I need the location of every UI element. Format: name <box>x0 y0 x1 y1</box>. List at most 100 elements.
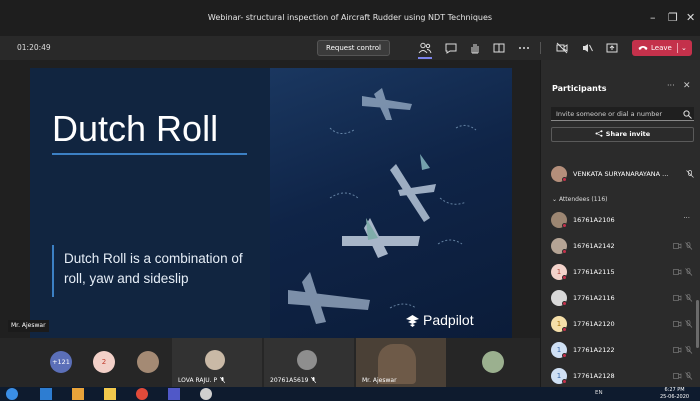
window-title: Webinar- structural inspection of Aircra… <box>207 13 493 22</box>
request-control-button[interactable]: Request control <box>317 40 390 56</box>
more-options-icon[interactable]: ··· <box>667 81 675 90</box>
avatar <box>482 351 504 373</box>
slide-title: Dutch Roll <box>52 108 219 149</box>
teams-icon[interactable] <box>168 388 180 400</box>
share-invite-button[interactable]: Share invite <box>551 127 694 142</box>
chat-icon[interactable] <box>444 40 458 54</box>
presenter-row[interactable]: VENKATA SURYANARAYANA ... <box>551 166 696 182</box>
status-dot <box>562 223 567 228</box>
active-tab-indicator <box>418 57 432 59</box>
list-item[interactable]: 16761A2142 <box>551 238 696 254</box>
language-indicator[interactable]: EN <box>595 390 603 396</box>
mic-off-icon[interactable] <box>580 40 594 54</box>
participant-tile-photo[interactable] <box>128 338 168 387</box>
title-bar: Webinar- structural inspection of Aircra… <box>0 0 700 36</box>
mic-off-icon <box>220 377 226 383</box>
taskbar-clock[interactable]: 6:27 PM 25-06-2020 <box>660 387 689 401</box>
list-item[interactable]: 1 17761A2115 <box>551 264 696 280</box>
attendees-header[interactable]: ⌄ Attendees (116) <box>552 196 608 203</box>
participant-tile-ajeswar[interactable]: Mr. Ajeswar <box>356 338 446 387</box>
meeting-timer: 01:20:49 <box>17 43 51 52</box>
invite-input[interactable] <box>551 107 694 121</box>
avatar: 2 <box>93 351 115 373</box>
camera-off-icon[interactable] <box>555 40 569 54</box>
panel-title: Participants <box>552 84 607 93</box>
more-options-icon[interactable]: ··· <box>683 214 690 222</box>
tile-name: 20761A5619 <box>270 377 317 384</box>
chevron-down-icon: ⌄ <box>552 196 559 203</box>
avatar <box>205 350 225 370</box>
minimize-icon[interactable]: – <box>650 11 656 24</box>
shared-slide: Dutch Roll Dutch Roll is a combination o… <box>30 68 512 338</box>
folder-icon[interactable] <box>104 388 116 400</box>
meeting-toolbar: 01:20:49 Request control Leave ⌄ <box>0 36 700 60</box>
share-invite-label: Share invite <box>605 130 651 138</box>
status-dot <box>562 379 567 384</box>
status-dot <box>562 327 567 332</box>
teams-meeting-window: Webinar- structural inspection of Aircra… <box>0 0 700 401</box>
leave-button[interactable]: Leave ⌄ <box>632 40 692 56</box>
leave-divider <box>677 43 678 53</box>
share-screen-icon[interactable] <box>605 40 619 54</box>
camera-mic-off-icons <box>673 294 693 302</box>
tile-name: Mr. Ajeswar <box>362 377 397 384</box>
chevron-down-icon[interactable]: ⌄ <box>681 40 687 56</box>
panel-scrollbar[interactable] <box>696 300 699 348</box>
status-dot <box>562 177 567 182</box>
participant-name: 17761A2128 <box>573 372 615 380</box>
slide-accent-bar <box>52 245 54 297</box>
camera-mic-off-icons <box>673 320 693 328</box>
participant-name: VENKATA SURYANARAYANA ... <box>573 170 669 178</box>
search-icon[interactable] <box>683 110 692 119</box>
avatar <box>137 351 159 373</box>
rooms-icon[interactable] <box>492 40 506 54</box>
close-icon[interactable]: ✕ <box>683 81 691 91</box>
video-gallery: +121 2 LOVA RAJU. P 20761A5619 Mr. Ajesw… <box>0 338 540 387</box>
app-icon[interactable] <box>200 388 212 400</box>
participants-icon[interactable] <box>418 40 432 54</box>
status-dot <box>562 353 567 358</box>
mic-off-icon[interactable] <box>686 170 694 178</box>
phone-hangup-icon <box>638 46 648 50</box>
mic-off-icon <box>311 377 317 383</box>
overflow-tile[interactable]: +121 <box>40 338 80 387</box>
participant-name: 17761A2115 <box>573 268 615 276</box>
participant-name: 16761A2106 <box>573 216 615 224</box>
maximize-icon[interactable]: ❐ <box>668 11 678 24</box>
overflow-count[interactable]: +121 <box>50 351 72 373</box>
avatar <box>297 350 317 370</box>
slide-title-rule <box>52 153 247 155</box>
slide-body-text: Dutch Roll is a combination of roll, yaw… <box>64 251 243 286</box>
start-icon[interactable] <box>6 388 18 400</box>
padpilot-logo-icon <box>406 315 419 327</box>
status-dot <box>562 275 567 280</box>
windows-taskbar: EN 6:27 PM 25-06-2020 <box>0 387 700 401</box>
participant-name: 17761A2122 <box>573 346 615 354</box>
participant-name: 17761A2120 <box>573 320 615 328</box>
participant-tile-photo[interactable] <box>470 338 516 387</box>
paint-icon[interactable] <box>72 388 84 400</box>
meeting-stage: Dutch Roll Dutch Roll is a combination o… <box>0 60 540 338</box>
camera-mic-off-icons <box>673 372 693 380</box>
list-item[interactable]: 16761A2106 ··· <box>551 212 696 228</box>
aircraft-illustration <box>288 88 477 324</box>
spotlight-name-label: Mr. Ajeswar <box>8 320 49 332</box>
share-icon <box>595 130 603 137</box>
raise-hand-icon[interactable] <box>468 40 482 54</box>
participant-name: 17761A2116 <box>573 294 615 302</box>
list-item[interactable]: 1 17761A2122 <box>551 342 696 358</box>
more-actions-icon[interactable] <box>517 40 531 54</box>
list-item[interactable]: 1 17761A2120 <box>551 316 696 332</box>
chrome-icon[interactable] <box>136 388 148 400</box>
list-item[interactable]: 17761A2116 <box>551 290 696 306</box>
participant-tile-lova[interactable]: LOVA RAJU. P <box>172 338 262 387</box>
padpilot-brand: Padpilot <box>423 312 474 328</box>
leave-label: Leave <box>651 44 672 52</box>
participant-name: 16761A2142 <box>573 242 615 250</box>
participants-panel: Participants ··· ✕ Share invite VENKATA … <box>540 60 700 387</box>
list-item[interactable]: 1 17761A2128 <box>551 368 696 384</box>
media-player-icon[interactable] <box>40 388 52 400</box>
close-icon[interactable]: ✕ <box>686 11 695 24</box>
participant-tile-20761a5619[interactable]: 20761A5619 <box>264 338 354 387</box>
participant-tile-initial[interactable]: 2 <box>84 338 124 387</box>
